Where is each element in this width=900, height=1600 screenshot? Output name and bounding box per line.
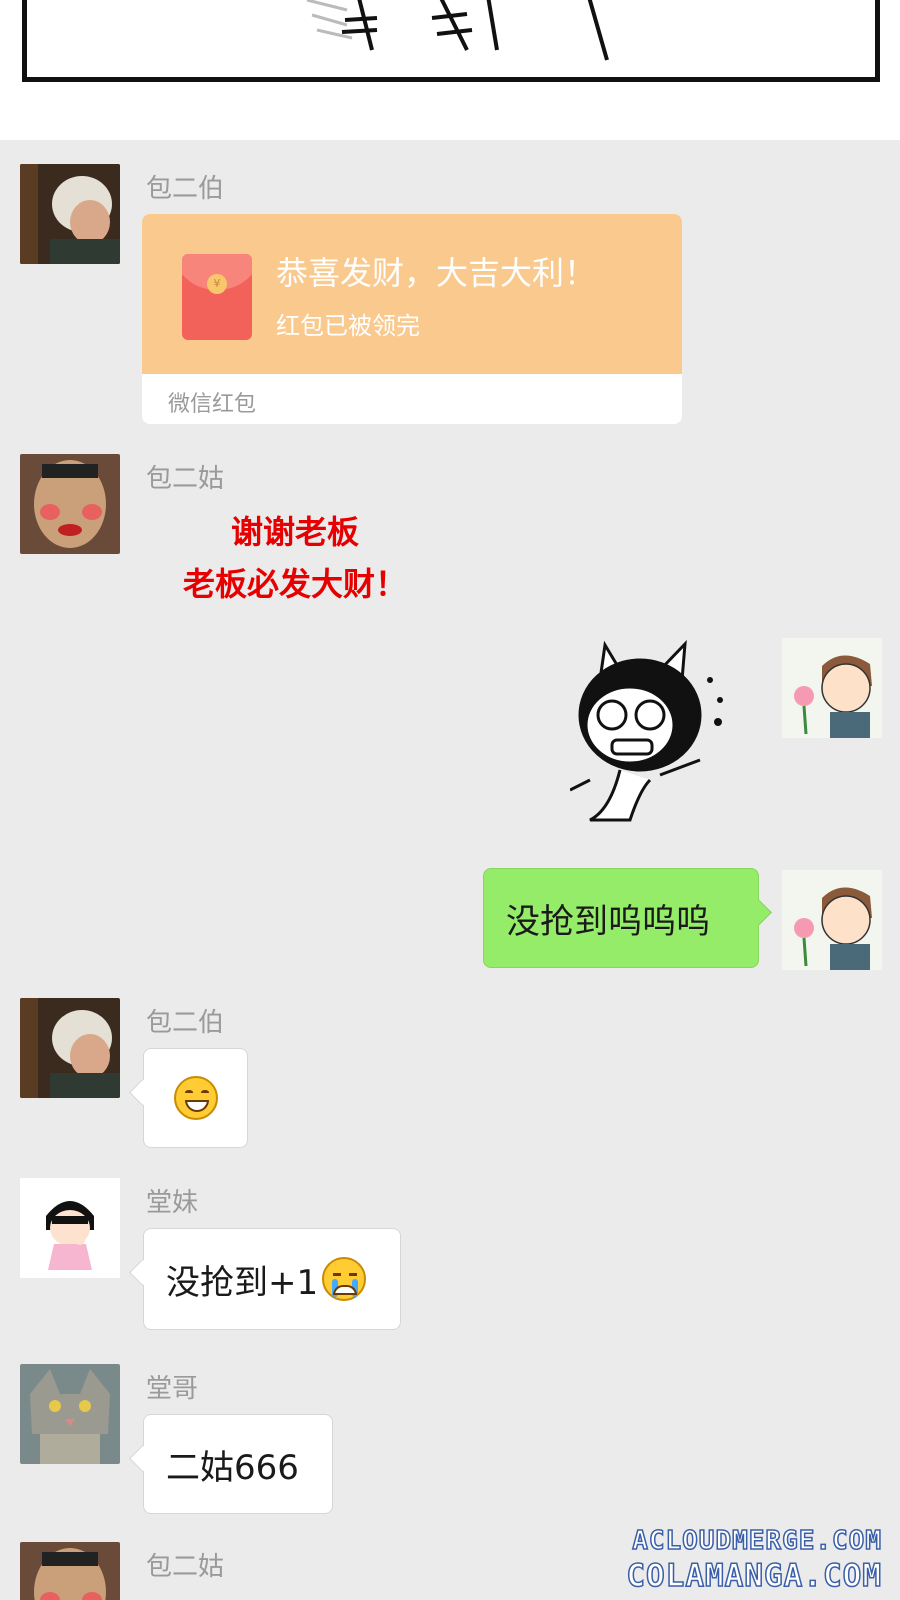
avatar-self[interactable] xyxy=(782,638,882,738)
comic-panel xyxy=(22,0,880,82)
coin-icon: ¥ xyxy=(207,274,227,294)
sender-name: 包二姑 xyxy=(146,1552,225,1582)
comic-panel-area xyxy=(0,0,900,140)
avatar-bao-ergu[interactable] xyxy=(20,1542,120,1600)
sender-name: 堂哥 xyxy=(146,1374,199,1404)
watermark-line-2: COLAMANGA.COM xyxy=(626,1557,882,1595)
red-text-sticker[interactable]: 谢谢老板 老板必发大财！ xyxy=(160,506,430,610)
sender-name: 包二姑 xyxy=(146,464,225,494)
avatar-bao-erbo[interactable] xyxy=(20,164,120,264)
red-packet-title: 恭喜发财，大吉大利！ xyxy=(276,254,597,292)
message-bubble[interactable]: 没抢到+1 xyxy=(143,1228,401,1330)
comic-sketch-lines xyxy=(306,0,609,61)
panicked-cartoon-sticker xyxy=(569,639,723,822)
avatar-bao-erbo[interactable] xyxy=(20,998,120,1098)
red-packet-card[interactable]: ¥ 恭喜发财，大吉大利！ 红包已被领完 微信红包 xyxy=(142,214,682,424)
sender-name: 堂妹 xyxy=(146,1188,199,1218)
crying-emoji-icon xyxy=(322,1257,367,1301)
grin-emoji-icon xyxy=(173,1076,218,1120)
sticker-message[interactable] xyxy=(569,639,740,830)
watermark-line-1: ACLOUDMERGE.COM xyxy=(631,1525,882,1557)
avatar-self[interactable] xyxy=(782,870,882,970)
message-text: 没抢到呜呜呜 xyxy=(506,901,710,942)
sender-name: 包二伯 xyxy=(146,1008,225,1038)
message-bubble[interactable] xyxy=(143,1048,248,1148)
message-bubble-self[interactable]: 没抢到呜呜呜 xyxy=(483,868,759,968)
message-bubble[interactable]: 二姑666 xyxy=(143,1414,333,1514)
red-packet-footer: 微信红包 xyxy=(168,392,257,417)
avatar-tangmei[interactable] xyxy=(20,1178,120,1278)
message-text: 没抢到+1 xyxy=(166,1262,319,1303)
sticker-line-2: 老板必发大财！ xyxy=(182,565,407,603)
avatar-bao-ergu[interactable] xyxy=(20,454,120,554)
red-envelope-icon: ¥ xyxy=(182,254,252,340)
message-text: 二姑666 xyxy=(166,1447,299,1488)
red-packet-status: 红包已被领完 xyxy=(276,312,420,340)
sender-name: 包二伯 xyxy=(146,174,225,204)
avatar-tangge[interactable] xyxy=(20,1364,120,1464)
sticker-line-1: 谢谢老板 xyxy=(230,513,359,551)
